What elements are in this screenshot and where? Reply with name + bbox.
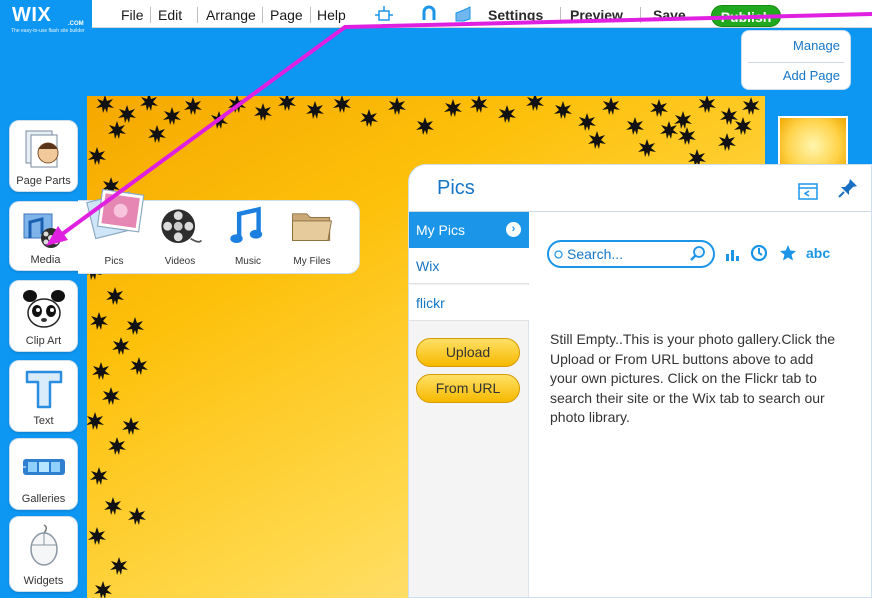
wix-logo[interactable]: WIX .COM The easy-to-use flash site buil…: [0, 0, 92, 38]
menu-file[interactable]: File: [121, 6, 144, 24]
upload-button[interactable]: Upload: [416, 338, 520, 367]
menu-separator: [310, 7, 311, 23]
menu-page[interactable]: Page: [270, 6, 303, 24]
divider: [748, 62, 844, 63]
tool-text[interactable]: Text: [9, 360, 78, 432]
videos-icon: [161, 209, 203, 244]
tool-clip-art[interactable]: Clip Art: [9, 280, 78, 352]
page-thumbnail[interactable]: [778, 116, 848, 166]
publish-button[interactable]: Publish: [711, 5, 781, 27]
media-pics-button[interactable]: Pics: [86, 188, 145, 271]
manage-pages-link[interactable]: Manage: [793, 38, 840, 53]
search-icon[interactable]: [689, 245, 707, 263]
empty-gallery-message: Still Empty..This is your photo gallery.…: [550, 331, 836, 425]
media-my-files-button[interactable]: My Files: [286, 207, 338, 271]
sort-by-name-button[interactable]: abc: [806, 245, 830, 261]
clip-art-icon: [23, 290, 65, 328]
search-box: [547, 240, 715, 268]
media-label: Music: [234, 256, 262, 267]
logo-text: WIX: [12, 4, 52, 26]
logo-dotcom: .COM: [68, 21, 84, 27]
panel-title: Pics: [437, 177, 475, 199]
undo-icon[interactable]: [418, 4, 440, 26]
dock-panel-icon[interactable]: [797, 181, 819, 201]
tool-galleries[interactable]: Galleries: [9, 438, 78, 510]
pin-icon[interactable]: [837, 177, 859, 199]
preview-button[interactable]: Preview: [570, 6, 623, 24]
folder-icon: [292, 213, 332, 241]
search-dot-icon: [554, 250, 563, 259]
pics-icon: [86, 188, 145, 240]
tool-label: Media: [30, 254, 61, 266]
layout-icon[interactable]: [373, 4, 395, 26]
page-menu: Manage Add Page: [741, 30, 851, 90]
tab-my-pics[interactable]: My Pics ›: [409, 212, 529, 248]
music-icon: [230, 206, 263, 244]
tool-widgets[interactable]: Widgets: [9, 516, 78, 592]
menu-separator: [640, 7, 641, 23]
menu-help[interactable]: Help: [317, 6, 346, 24]
media-videos-button[interactable]: Videos: [154, 207, 206, 271]
media-label: Videos: [164, 256, 196, 267]
tool-page-parts[interactable]: Page Parts: [9, 120, 78, 192]
menu-edit[interactable]: Edit: [158, 6, 182, 24]
tool-media[interactable]: Media: [9, 201, 81, 271]
sort-by-rating-icon[interactable]: [779, 244, 797, 262]
media-label: Pics: [104, 256, 124, 267]
media-music-button[interactable]: Music: [222, 206, 274, 271]
menu-separator: [560, 7, 561, 23]
tab-label: My Pics: [416, 222, 465, 238]
galleries-icon: [23, 459, 65, 475]
menu-arrange[interactable]: Arrange: [206, 6, 256, 24]
redo-icon[interactable]: [452, 4, 474, 26]
text-icon: [25, 370, 63, 409]
pics-panel: Pics My Pics › Wix flickr Upload From UR…: [408, 164, 872, 598]
tool-label: Clip Art: [25, 335, 62, 347]
widgets-icon: [30, 524, 58, 566]
from-url-button[interactable]: From URL: [416, 374, 520, 403]
media-icon: [23, 213, 61, 248]
top-menu-bar: File Edit Arrange Page Help Settings Pre…: [0, 0, 872, 28]
menu-separator: [262, 7, 263, 23]
tool-label: Galleries: [21, 493, 66, 505]
tab-flickr[interactable]: flickr: [409, 285, 529, 321]
menu-separator: [150, 7, 151, 23]
page-parts-icon: [25, 130, 59, 168]
media-flyout: Pics Videos Music My Files: [78, 188, 360, 274]
sort-by-date-icon[interactable]: [750, 244, 768, 262]
tool-label: Text: [33, 415, 54, 427]
tool-label: Page Parts: [16, 175, 71, 187]
search-input[interactable]: [567, 245, 685, 263]
tab-label: flickr: [416, 295, 445, 311]
logo-tagline: The easy-to-use flash site builder: [11, 28, 85, 34]
tab-wix[interactable]: Wix: [409, 248, 529, 284]
sort-by-size-icon[interactable]: [725, 246, 741, 262]
settings-button[interactable]: Settings: [488, 6, 543, 24]
tool-label: Widgets: [23, 575, 64, 587]
tab-label: Wix: [416, 258, 440, 274]
add-page-link[interactable]: Add Page: [783, 68, 840, 83]
save-button[interactable]: Save: [653, 6, 686, 24]
pics-source-tabs: My Pics › Wix flickr Upload From URL: [409, 212, 529, 597]
media-label: My Files: [293, 256, 331, 267]
chevron-right-icon: ›: [506, 222, 521, 237]
menu-separator: [197, 7, 198, 23]
